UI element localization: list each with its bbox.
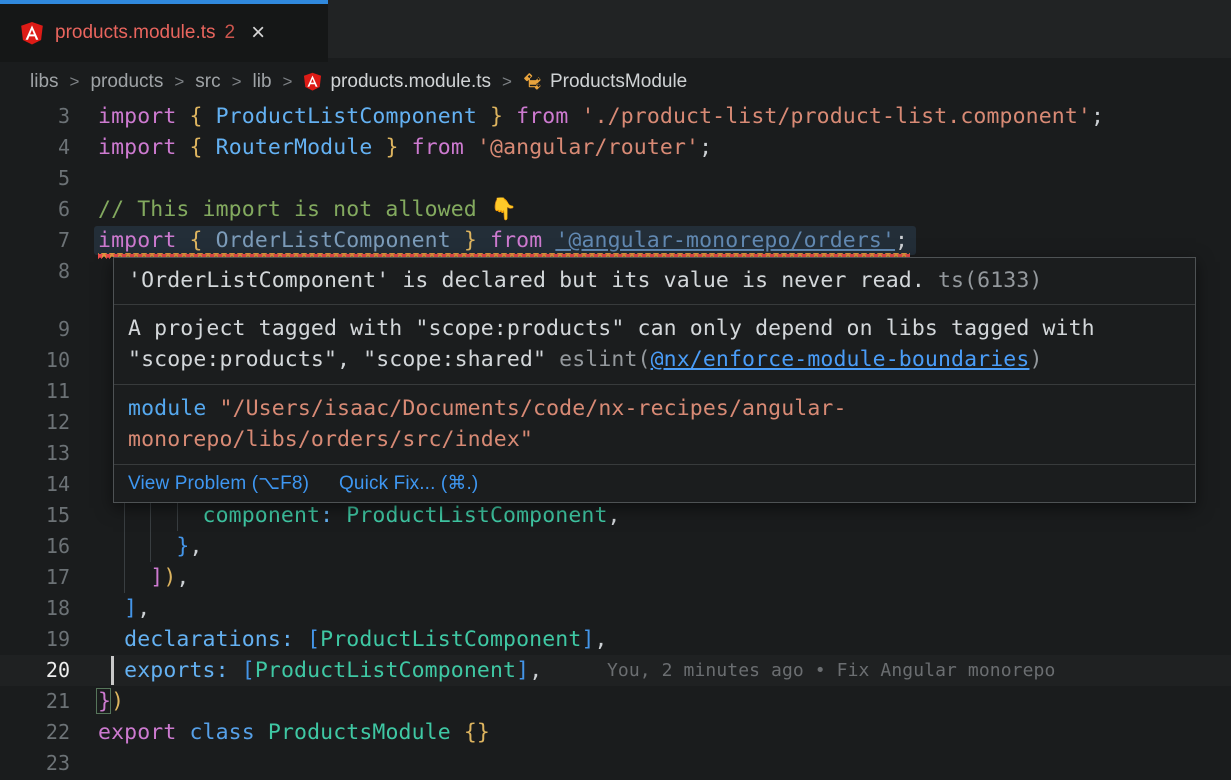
line-number[interactable]: 17 (0, 562, 70, 593)
line-number[interactable]: 14 (0, 469, 70, 500)
view-problem-link[interactable]: View Problem (⌥F8) (128, 472, 309, 495)
line-number[interactable]: 7 (0, 225, 70, 256)
line-number[interactable]: 12 (0, 407, 70, 438)
line-number[interactable]: 3 (0, 101, 70, 132)
code-line-22[interactable]: 22 export class ProductsModule {} (0, 717, 1231, 748)
chevron-right-icon: > (502, 72, 512, 92)
git-blame-annotation: You, 2 minutes ago • Fix Angular monorep… (607, 655, 1055, 686)
code-line-7[interactable]: 7 import { OrderListComponent } from '@an… (0, 225, 1231, 256)
line-number[interactable]: 16 (0, 531, 70, 562)
hover-action-bar: View Problem (⌥F8) Quick Fix... (⌘.) (114, 465, 1195, 502)
breadcrumb-item-src[interactable]: src (195, 71, 220, 93)
indent-guide (124, 500, 125, 531)
tab-bar: products.module.ts 2 × (0, 0, 1231, 62)
code-text: // This import is not allowed 👇 (98, 194, 517, 225)
tab-bar-empty-area (328, 0, 1231, 58)
line-number[interactable]: 22 (0, 717, 70, 748)
line-number[interactable]: 15 (0, 500, 70, 531)
indent-guide (150, 531, 151, 562)
indent-guide (124, 562, 125, 593)
code-line-3[interactable]: 3 import { ProductListComponent } from '.… (0, 101, 1231, 132)
text-cursor (111, 656, 114, 685)
chevron-right-icon: > (70, 72, 80, 92)
line-number[interactable]: 18 (0, 593, 70, 624)
line-number[interactable]: 9 (0, 314, 70, 345)
chevron-right-icon: > (232, 72, 242, 92)
indent-guide (150, 500, 151, 531)
code-line-19[interactable]: 19 declarations: [ProductListComponent], (0, 624, 1231, 655)
line-number[interactable]: 13 (0, 438, 70, 469)
code-line-23[interactable]: 23 (0, 748, 1231, 779)
indent-guide (124, 531, 125, 562)
code-line-16[interactable]: 16 }, (0, 531, 1231, 562)
code-line-20[interactable]: 20 exports: [ProductListComponent], You, … (0, 655, 1231, 686)
breadcrumb: libs > products > src > lib > products.module.ts… (0, 62, 1231, 101)
quick-fix-link[interactable]: Quick Fix... (⌘.) (339, 472, 478, 495)
line-number[interactable]: 21 (0, 686, 70, 717)
close-icon[interactable]: × (251, 21, 265, 45)
hover-section-3: module "/Users/isaac/Documents/code/nx-r… (114, 385, 1195, 465)
breadcrumb-item-products[interactable]: products (90, 71, 163, 93)
angular-icon (303, 72, 322, 91)
code-text: import { OrderListComponent } from '@ang… (98, 225, 908, 256)
hover-section-2: A project tagged with "scope:products" c… (114, 305, 1195, 385)
tab-products-module[interactable]: products.module.ts 2 × (0, 0, 328, 62)
line-number[interactable]: 11 (0, 376, 70, 407)
line-number[interactable]: 6 (0, 194, 70, 225)
indent-guide (177, 500, 178, 531)
code-text: ], (98, 593, 150, 624)
breadcrumb-item-products-module-ts[interactable]: products.module.ts (303, 71, 491, 93)
line-number[interactable]: 8 (0, 256, 70, 287)
chevron-right-icon: > (283, 72, 293, 92)
line-number[interactable]: 10 (0, 345, 70, 376)
breadcrumb-item-libs[interactable]: libs (30, 71, 59, 93)
tab-title: products.module.ts (55, 22, 216, 44)
angular-icon (20, 21, 44, 45)
code-line-15[interactable]: 15 component: ProductListComponent, (0, 500, 1231, 531)
code-line-18[interactable]: 18 ], (0, 593, 1231, 624)
chevron-right-icon: > (174, 72, 184, 92)
code-text: ]), (98, 562, 190, 593)
line-number[interactable]: 4 (0, 132, 70, 163)
code-line-4[interactable]: 4 import { RouterModule } from '@angular/… (0, 132, 1231, 163)
code-text: import { RouterModule } from '@angular/r… (98, 132, 712, 163)
line-number[interactable]: 20 (0, 655, 70, 686)
line-number[interactable]: 23 (0, 748, 70, 779)
code-line-21[interactable]: 21}) (0, 686, 1231, 717)
problem-hover-popup: 'OrderListComponent' is declared but its… (113, 257, 1196, 503)
code-text: export class ProductsModule {} (98, 717, 490, 748)
code-line-6[interactable]: 6 // This import is not allowed 👇 (0, 194, 1231, 225)
line-number[interactable]: 5 (0, 163, 70, 194)
class-symbol-icon (523, 72, 542, 91)
code-line-5[interactable]: 5 (0, 163, 1231, 194)
code-text: import { ProductListComponent } from './… (98, 101, 1104, 132)
hover-section-1: 'OrderListComponent' is declared but its… (114, 258, 1195, 305)
code-line-17[interactable]: 17 ]), (0, 562, 1231, 593)
code-text: exports: [ProductListComponent], (98, 655, 542, 686)
line-number[interactable]: 19 (0, 624, 70, 655)
breadcrumb-item-lib[interactable]: lib (253, 71, 272, 93)
eslint-rule-link[interactable]: @nx/enforce-module-boundaries (651, 347, 1030, 372)
breadcrumb-item-productsmodule[interactable]: ProductsModule (523, 71, 687, 93)
bracket-match-highlight (96, 688, 111, 714)
tab-problem-count: 2 (225, 22, 236, 44)
code-text: declarations: [ProductListComponent], (98, 624, 608, 655)
